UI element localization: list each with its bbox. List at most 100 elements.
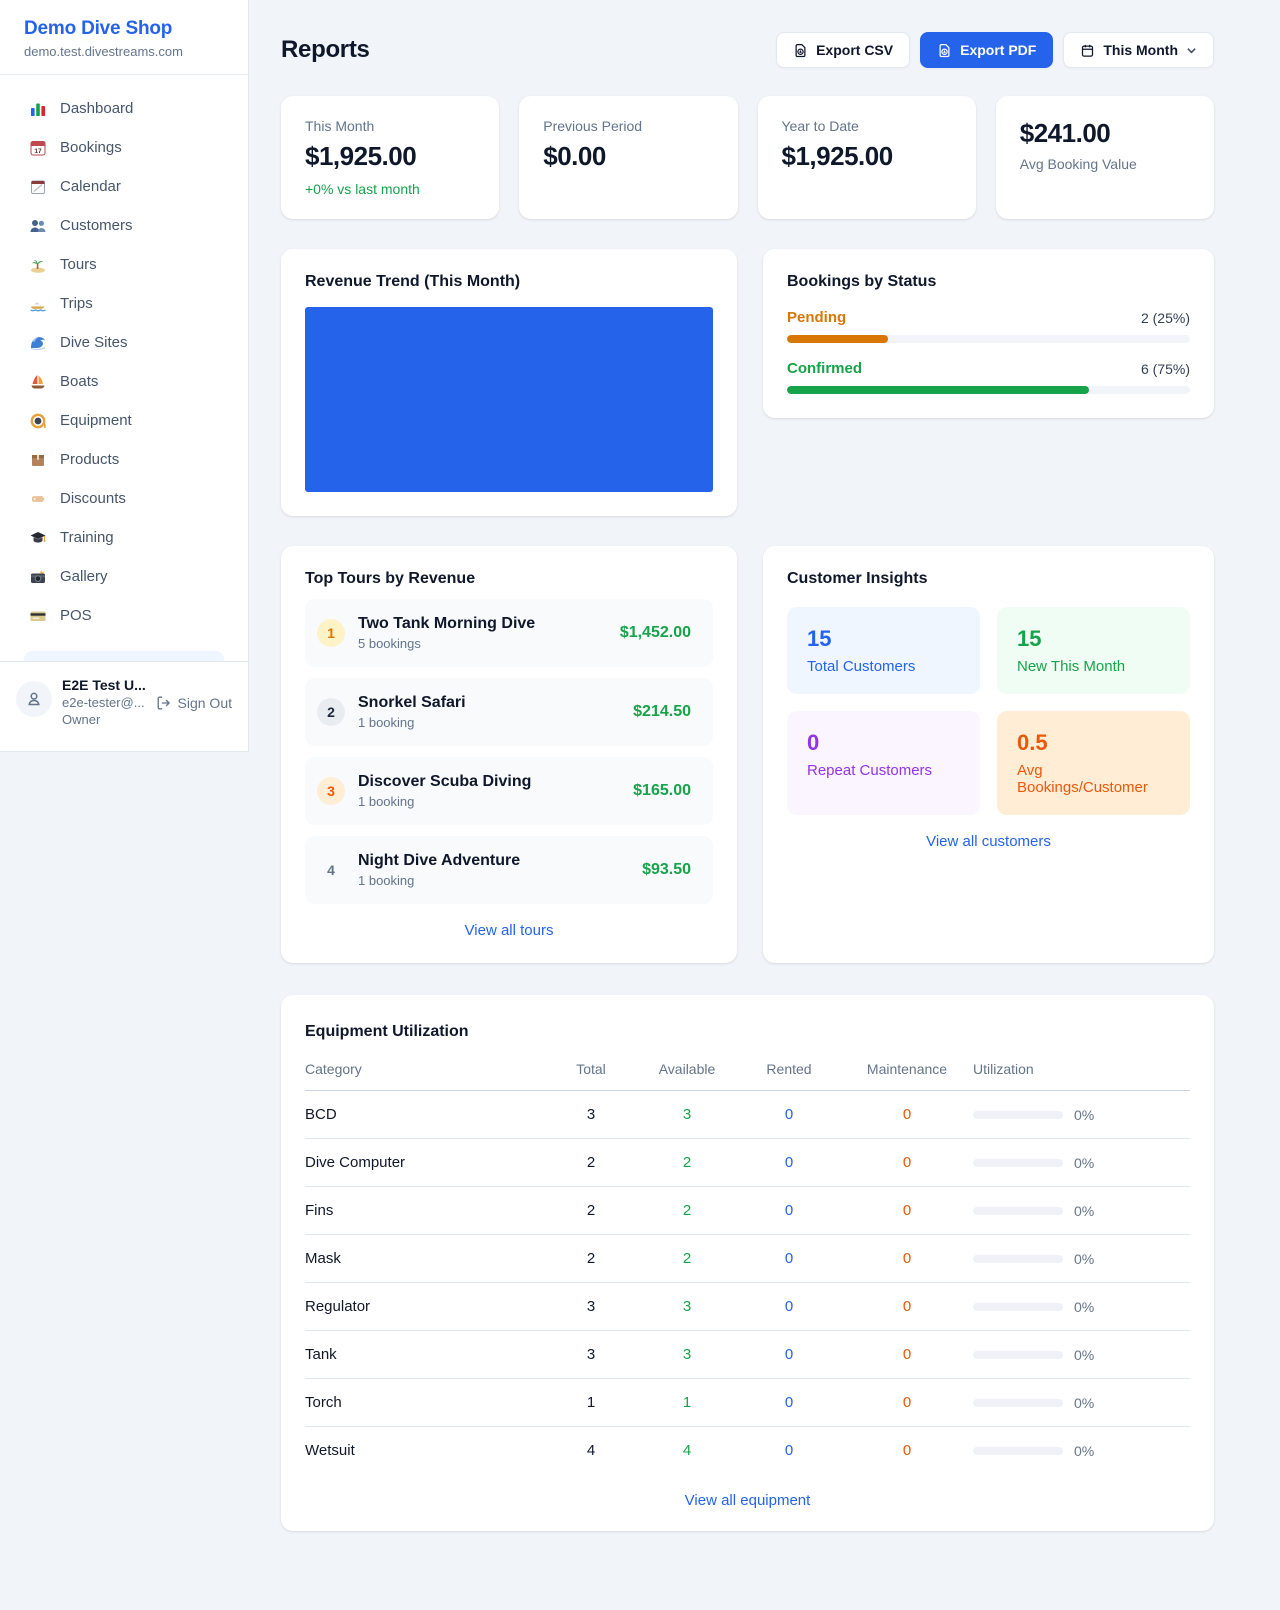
stat-value: $241.00	[1020, 118, 1190, 149]
view-all-customers-link[interactable]: View all customers	[787, 833, 1190, 850]
utilization-bar	[973, 1351, 1063, 1359]
sidebar-item-trips[interactable]: Trips	[12, 284, 236, 323]
sidebar-nav: Dashboard 17 Bookings Calendar Customers…	[0, 75, 248, 661]
sidebar-item-label: Calendar	[60, 178, 121, 195]
sidebar-item-boats[interactable]: Boats	[12, 362, 236, 401]
equipment-available: 2	[637, 1187, 737, 1235]
stat-value: $0.00	[543, 141, 713, 172]
period-select[interactable]: This Month	[1063, 32, 1214, 68]
top-tours-title: Top Tours by Revenue	[305, 570, 713, 588]
stat-card-year-to-date: Year to Date $1,925.00	[758, 96, 976, 219]
equipment-maintenance: 0	[841, 1235, 973, 1283]
utilization-bar	[973, 1159, 1063, 1167]
stat-value: $1,925.00	[305, 141, 475, 172]
stat-card-previous-period: Previous Period $0.00	[519, 96, 737, 219]
sign-out-button[interactable]: Sign Out	[156, 695, 232, 711]
export-csv-label: Export CSV	[816, 42, 893, 58]
sidebar-item-pos[interactable]: POS	[12, 596, 236, 635]
shop-name: Demo Dive Shop	[24, 18, 224, 40]
water-wave-icon	[28, 333, 47, 352]
rank-badge: 3	[317, 777, 345, 805]
top-tours-card: Top Tours by Revenue 1 Two Tank Morning …	[281, 546, 737, 963]
utilization-percent: 0%	[1074, 1155, 1094, 1171]
export-csv-button[interactable]: Export CSV	[776, 32, 910, 68]
sidebar-item-bookings[interactable]: 17 Bookings	[12, 128, 236, 167]
column-header-maintenance: Maintenance	[841, 1061, 973, 1091]
stat-label: Previous Period	[543, 118, 713, 134]
sidebar-item-discounts[interactable]: Discounts	[12, 479, 236, 518]
tile-value: 15	[1017, 626, 1170, 652]
sign-out-icon	[156, 695, 172, 711]
equipment-rented: 0	[737, 1235, 841, 1283]
sidebar-item-label: POS	[60, 607, 92, 624]
equipment-maintenance: 0	[841, 1427, 973, 1475]
utilization-percent: 0%	[1074, 1203, 1094, 1219]
tour-bookings: 1 booking	[358, 794, 620, 809]
graduation-cap-icon	[28, 528, 47, 547]
tile-label: Repeat Customers	[807, 762, 960, 779]
table-row: Wetsuit 4 4 0 0 0%	[305, 1427, 1190, 1475]
sidebar-item-equipment[interactable]: Equipment	[12, 401, 236, 440]
equipment-total: 3	[545, 1331, 637, 1379]
table-row: Mask 2 2 0 0 0%	[305, 1235, 1190, 1283]
sidebar-item-label: Training	[60, 529, 114, 546]
label-tag-icon	[28, 489, 47, 508]
tour-amount: $93.50	[642, 861, 691, 879]
main-content: Reports Export CSV Export PDF This Month	[249, 0, 1280, 1571]
desert-island-icon	[28, 255, 47, 274]
svg-text:17: 17	[34, 148, 42, 155]
equipment-rented: 0	[737, 1139, 841, 1187]
sidebar-item-calendar[interactable]: Calendar	[12, 167, 236, 206]
page-header: Reports Export CSV Export PDF This Month	[281, 32, 1214, 68]
status-progress-fill	[787, 335, 888, 343]
equipment-category: BCD	[305, 1091, 545, 1139]
avatar	[16, 681, 52, 717]
diving-mask-icon	[28, 411, 47, 430]
tour-amount: $165.00	[633, 782, 691, 800]
view-all-equipment-link[interactable]: View all equipment	[305, 1492, 1190, 1509]
utilization-bar	[973, 1399, 1063, 1407]
sidebar-item-label: Boats	[60, 373, 98, 390]
utilization-percent: 0%	[1074, 1299, 1094, 1315]
equipment-utilization-title: Equipment Utilization	[305, 1023, 1190, 1041]
status-progress-fill	[787, 386, 1089, 394]
shop-header: Demo Dive Shop demo.test.divestreams.com	[0, 0, 248, 75]
sidebar-item-label: Discounts	[60, 490, 126, 507]
sidebar: Demo Dive Shop demo.test.divestreams.com…	[0, 0, 249, 752]
equipment-category: Tank	[305, 1331, 545, 1379]
stat-card-this-month: This Month $1,925.00 +0% vs last month	[281, 96, 499, 219]
sidebar-item-products[interactable]: Products	[12, 440, 236, 479]
sidebar-item-tours[interactable]: Tours	[12, 245, 236, 284]
view-all-tours-link[interactable]: View all tours	[305, 922, 713, 939]
utilization-percent: 0%	[1074, 1395, 1094, 1411]
user-email: e2e-tester@...	[62, 695, 146, 710]
sidebar-item-dive-sites[interactable]: Dive Sites	[12, 323, 236, 362]
sign-out-label: Sign Out	[178, 695, 232, 711]
sidebar-item-training[interactable]: Training	[12, 518, 236, 557]
tour-amount: $214.50	[633, 703, 691, 721]
export-pdf-button[interactable]: Export PDF	[920, 32, 1053, 68]
period-label: This Month	[1103, 42, 1178, 58]
tour-name: Snorkel Safari	[358, 694, 620, 712]
user-info: E2E Test U... e2e-tester@... Owner	[62, 677, 146, 727]
equipment-category: Fins	[305, 1187, 545, 1235]
insights-row: Top Tours by Revenue 1 Two Tank Morning …	[281, 546, 1214, 963]
tour-bookings: 1 booking	[358, 715, 620, 730]
tour-bookings: 5 bookings	[358, 636, 607, 651]
status-row-confirmed: Confirmed 6 (75%)	[787, 360, 1190, 394]
stat-delta: +0% vs last month	[305, 181, 475, 197]
table-header-row: Category Total Available Rented Maintena…	[305, 1061, 1190, 1091]
sidebar-item-gallery[interactable]: Gallery	[12, 557, 236, 596]
sidebar-item-dashboard[interactable]: Dashboard	[12, 89, 236, 128]
equipment-available: 3	[637, 1331, 737, 1379]
status-label: Pending	[787, 309, 846, 326]
utilization-bar	[973, 1447, 1063, 1455]
tour-amount: $1,452.00	[620, 624, 691, 642]
stat-label: Avg Booking Value	[1020, 156, 1190, 172]
equipment-maintenance: 0	[841, 1187, 973, 1235]
tour-bookings: 1 booking	[358, 873, 629, 888]
sidebar-item-customers[interactable]: Customers	[12, 206, 236, 245]
table-row: BCD 3 3 0 0 0%	[305, 1091, 1190, 1139]
customer-insights-title: Customer Insights	[787, 570, 1190, 588]
sidebar-item-reports[interactable]	[24, 651, 224, 661]
